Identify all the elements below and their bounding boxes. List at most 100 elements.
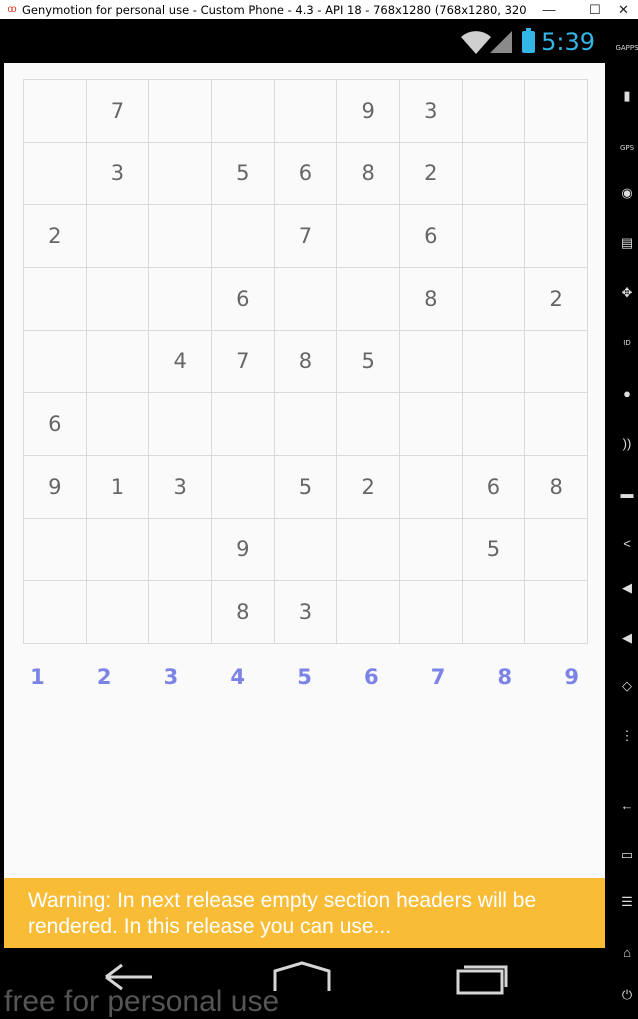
- sudoku-cell-r6-c7[interactable]: [400, 393, 463, 456]
- back-key-icon[interactable]: ←: [616, 794, 638, 816]
- sudoku-cell-r5-c3[interactable]: 4: [149, 330, 212, 394]
- sudoku-cell-r8-c8[interactable]: 5: [462, 518, 526, 582]
- number-button-8[interactable]: 8: [471, 659, 538, 695]
- number-button-9[interactable]: 9: [538, 659, 605, 695]
- sudoku-cell-r3-c6[interactable]: [337, 205, 400, 268]
- number-button-2[interactable]: 2: [71, 659, 138, 695]
- maximize-button[interactable]: ☐: [572, 0, 618, 19]
- sudoku-cell-r3-c9[interactable]: [525, 205, 588, 268]
- disk-icon[interactable]: ●: [616, 382, 638, 404]
- rotate-icon[interactable]: ◇: [616, 675, 638, 697]
- battery-widget-icon[interactable]: ▮: [616, 85, 638, 107]
- sudoku-cell-r6-c5[interactable]: [274, 393, 338, 456]
- sudoku-cell-r1-c1[interactable]: [24, 80, 87, 143]
- sudoku-cell-r4-c6[interactable]: [337, 268, 400, 331]
- sudoku-cell-r7-c4[interactable]: [212, 456, 275, 519]
- sudoku-cell-r9-c4[interactable]: 8: [212, 581, 275, 644]
- sudoku-cell-r3-c3[interactable]: [149, 205, 212, 268]
- sudoku-cell-r3-c7[interactable]: 6: [400, 205, 463, 268]
- sudoku-cell-r5-c7[interactable]: [400, 330, 463, 394]
- sudoku-cell-r5-c8[interactable]: [462, 330, 526, 394]
- sudoku-cell-r1-c4[interactable]: [212, 80, 275, 143]
- sudoku-cell-r8-c9[interactable]: [525, 518, 588, 582]
- sudoku-cell-r5-c1[interactable]: [24, 330, 87, 394]
- sudoku-cell-r2-c3[interactable]: [149, 142, 212, 206]
- sudoku-cell-r4-c3[interactable]: [149, 268, 212, 331]
- number-button-6[interactable]: 6: [338, 659, 405, 695]
- sudoku-cell-r4-c5[interactable]: [274, 268, 338, 331]
- sudoku-cell-r6-c9[interactable]: [525, 393, 588, 456]
- webcam-icon[interactable]: ◉: [616, 182, 638, 204]
- sudoku-cell-r7-c3[interactable]: 3: [149, 456, 212, 519]
- sudoku-cell-r9-c5[interactable]: 3: [274, 581, 338, 644]
- sudoku-cell-r8-c2[interactable]: [86, 518, 150, 582]
- sudoku-cell-r6-c3[interactable]: [149, 393, 212, 456]
- sudoku-cell-r7-c9[interactable]: 8: [525, 456, 588, 519]
- sudoku-cell-r9-c1[interactable]: [24, 581, 87, 644]
- sudoku-cell-r5-c2[interactable]: [86, 330, 150, 394]
- sudoku-cell-r1-c5[interactable]: [274, 80, 338, 143]
- share-icon[interactable]: <: [616, 532, 638, 554]
- sudoku-cell-r5-c4[interactable]: 7: [212, 330, 275, 394]
- sudoku-cell-r2-c2[interactable]: 3: [86, 142, 150, 206]
- sudoku-cell-r4-c2[interactable]: [86, 268, 150, 331]
- sudoku-cell-r1-c7[interactable]: 3: [400, 80, 463, 143]
- recent-apps-key-icon[interactable]: ▭: [616, 844, 638, 866]
- sudoku-cell-r1-c8[interactable]: [462, 80, 526, 143]
- sudoku-cell-r5-c6[interactable]: 5: [337, 330, 400, 394]
- sudoku-cell-r2-c1[interactable]: [24, 142, 87, 206]
- minimize-button[interactable]: —: [526, 0, 572, 19]
- sudoku-cell-r9-c9[interactable]: [525, 581, 588, 644]
- sudoku-cell-r3-c2[interactable]: [86, 205, 150, 268]
- close-button[interactable]: ✕: [618, 0, 638, 19]
- sudoku-cell-r3-c8[interactable]: [462, 205, 526, 268]
- sudoku-cell-r1-c6[interactable]: 9: [337, 80, 400, 143]
- volume-up-icon[interactable]: ◀: [616, 577, 638, 599]
- sudoku-cell-r7-c2[interactable]: 1: [86, 456, 150, 519]
- network-icon[interactable]: )): [616, 432, 638, 454]
- sudoku-cell-r3-c1[interactable]: 2: [24, 205, 87, 268]
- sudoku-cell-r3-c5[interactable]: 7: [274, 205, 338, 268]
- gps-icon[interactable]: GPS: [616, 137, 638, 159]
- sudoku-cell-r4-c8[interactable]: [462, 268, 526, 331]
- sudoku-cell-r9-c7[interactable]: [400, 581, 463, 644]
- sudoku-cell-r5-c5[interactable]: 8: [274, 330, 338, 394]
- sudoku-cell-r7-c1[interactable]: 9: [24, 456, 87, 519]
- sudoku-cell-r4-c1[interactable]: [24, 268, 87, 331]
- scale-icon[interactable]: ⋮: [616, 725, 638, 747]
- sms-icon[interactable]: ▬: [616, 482, 638, 504]
- number-button-5[interactable]: 5: [271, 659, 338, 695]
- sudoku-cell-r1-c2[interactable]: 7: [86, 80, 150, 143]
- sudoku-cell-r2-c6[interactable]: 8: [337, 142, 400, 206]
- sudoku-cell-r8-c3[interactable]: [149, 518, 212, 582]
- sudoku-cell-r8-c5[interactable]: [274, 518, 338, 582]
- sudoku-cell-r8-c6[interactable]: [337, 518, 400, 582]
- home-button[interactable]: [270, 958, 334, 998]
- number-button-7[interactable]: 7: [405, 659, 472, 695]
- sudoku-cell-r9-c6[interactable]: [337, 581, 400, 644]
- sudoku-cell-r5-c9[interactable]: [525, 330, 588, 394]
- sudoku-cell-r6-c6[interactable]: [337, 393, 400, 456]
- sudoku-cell-r1-c3[interactable]: [149, 80, 212, 143]
- media-icon[interactable]: ▤: [616, 232, 638, 254]
- sudoku-cell-r7-c6[interactable]: 2: [337, 456, 400, 519]
- sudoku-cell-r7-c5[interactable]: 5: [274, 456, 338, 519]
- sudoku-cell-r2-c4[interactable]: 5: [212, 142, 275, 206]
- sudoku-cell-r6-c2[interactable]: [86, 393, 150, 456]
- recents-button[interactable]: [452, 958, 512, 998]
- sudoku-cell-r8-c1[interactable]: [24, 518, 87, 582]
- sudoku-cell-r8-c7[interactable]: [400, 518, 463, 582]
- sudoku-cell-r2-c8[interactable]: [462, 142, 526, 206]
- sudoku-cell-r6-c1[interactable]: 6: [24, 393, 87, 456]
- sudoku-cell-r2-c5[interactable]: 6: [274, 142, 338, 206]
- sudoku-cell-r6-c4[interactable]: [212, 393, 275, 456]
- number-button-4[interactable]: 4: [204, 659, 271, 695]
- sudoku-cell-r9-c8[interactable]: [462, 581, 526, 644]
- number-button-1[interactable]: 1: [4, 659, 71, 695]
- sudoku-cell-r6-c8[interactable]: [462, 393, 526, 456]
- sudoku-cell-r4-c4[interactable]: 6: [212, 268, 275, 331]
- sudoku-cell-r2-c9[interactable]: [525, 142, 588, 206]
- gapps-icon[interactable]: GAPPS: [616, 37, 638, 59]
- menu-key-icon[interactable]: ☰: [616, 891, 638, 913]
- sudoku-cell-r4-c9[interactable]: 2: [525, 268, 588, 331]
